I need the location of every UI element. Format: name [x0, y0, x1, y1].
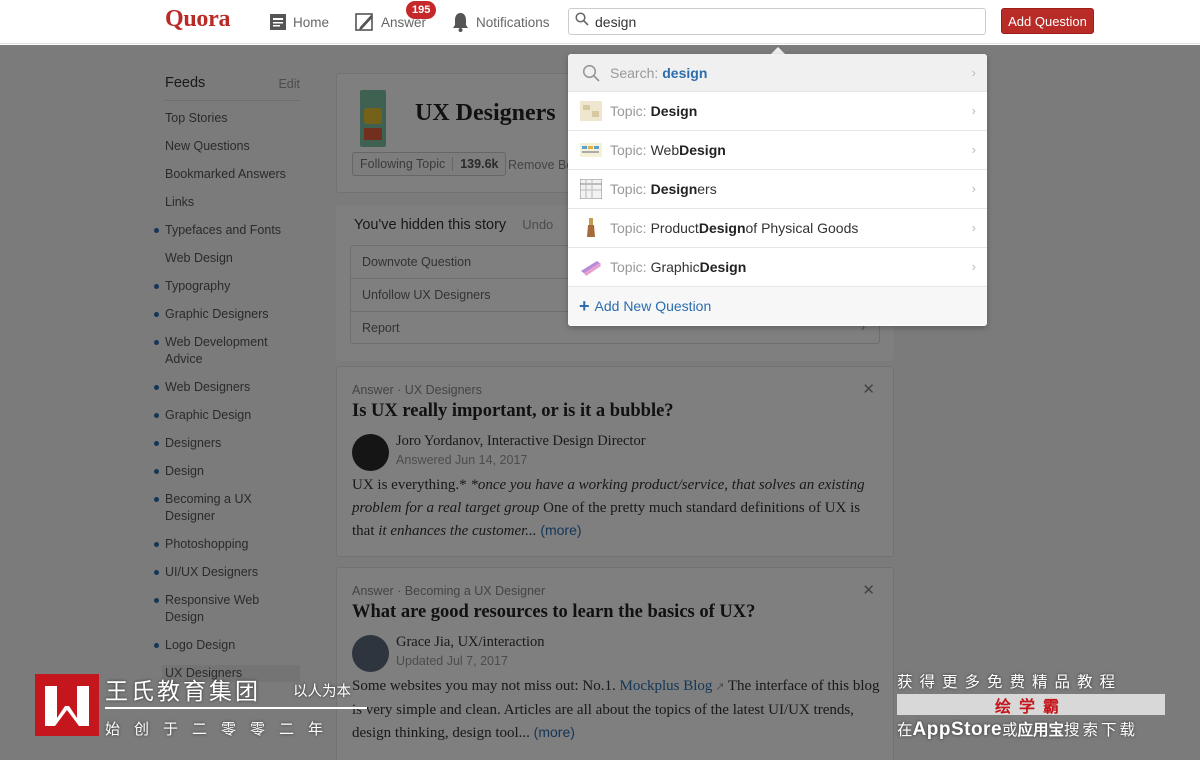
add-new-question-label: Add New Question [594, 298, 712, 314]
nav-notifications[interactable]: Notifications [451, 0, 550, 44]
search-suggestion[interactable]: Search: design › [568, 54, 987, 92]
nav-home-label: Home [293, 14, 330, 30]
watermark-appstore: AppStore [912, 719, 1003, 740]
watermark-brand: 绘学霸 [897, 694, 1165, 716]
topic-thumbnail [579, 179, 602, 199]
home-icon [269, 13, 287, 31]
watermark-name: 王氏教育集团 [105, 678, 261, 704]
topic-text: Product [650, 220, 699, 236]
topic-label: Topic: [610, 142, 647, 158]
topic-text: Graphic [650, 259, 700, 275]
topic-thumbnail [579, 218, 602, 238]
chevron-right-icon: › [971, 220, 976, 235]
topic-thumbnail [579, 101, 602, 121]
topic-label: Topic: [610, 220, 647, 236]
topic-match: Design [699, 259, 747, 275]
watermark-divider [105, 707, 367, 709]
search-icon [575, 12, 589, 31]
topic-text: Web [650, 142, 680, 158]
topic-text: ers [697, 181, 717, 197]
chevron-right-icon: › [971, 142, 976, 157]
wang-logo [35, 674, 99, 736]
answer-count-badge: 195 [406, 1, 437, 19]
watermark-text: 在 [897, 722, 913, 739]
topic-suggestion-web-design[interactable]: Topic: Web Design › [568, 131, 987, 170]
quora-logo[interactable]: Quora [165, 6, 230, 33]
watermark-subtitle: 始创于二零零二年 [105, 721, 338, 738]
chevron-right-icon: › [971, 65, 976, 80]
topic-match: Design [650, 181, 698, 197]
watermark-slogan: 以人为本 [293, 684, 351, 700]
topic-label: Topic: [610, 259, 647, 275]
topic-thumbnail [579, 140, 602, 160]
topic-suggestion-graphic-design[interactable]: Topic: Graphic Design › [568, 248, 987, 287]
topic-thumbnail [579, 257, 602, 277]
topic-label: Topic: [610, 103, 647, 119]
nav-home[interactable]: Home [269, 0, 329, 44]
nav-notifications-label: Notifications [476, 14, 550, 30]
search-suggestions-dropdown: Search: design › Topic: Design › Topic: … [568, 54, 987, 326]
topic-match: Design [679, 142, 726, 158]
watermark-download-text: 在AppStore或应用宝搜索下载 [897, 718, 1138, 741]
watermark-text: 搜索下载 [1064, 722, 1139, 739]
top-navigation-bar: Quora Home Answer 195 Notifications Add … [0, 0, 1200, 44]
bell-icon [451, 12, 470, 32]
pencil-icon [355, 12, 375, 32]
watermark-right: 获得更多免费精品教程 绘学霸 在AppStore或应用宝搜索下载 [897, 670, 1167, 742]
search-term: design [662, 64, 708, 81]
add-question-button[interactable]: Add Question [1001, 8, 1094, 34]
search-label: Search: [610, 64, 659, 81]
topic-label: Topic: [610, 181, 647, 197]
topic-text: of Physical Goods [745, 220, 859, 236]
topic-suggestion-design[interactable]: Topic: Design › [568, 92, 987, 131]
topic-suggestion-product-design[interactable]: Topic: Product Design of Physical Goods … [568, 209, 987, 248]
topic-suggestion-designers[interactable]: Topic: Design ers › [568, 170, 987, 209]
search-box[interactable] [568, 8, 986, 35]
search-input[interactable] [595, 13, 975, 30]
chevron-right-icon: › [971, 259, 976, 274]
watermark-tagline: 获得更多免费精品教程 [897, 674, 1123, 691]
watermark-text: 或 [1002, 722, 1018, 739]
topic-match: Design [698, 220, 746, 236]
chevron-right-icon: › [971, 103, 976, 118]
watermark-yingyongbao: 应用宝 [1017, 722, 1065, 739]
topic-match: Design [650, 103, 698, 119]
dropdown-caret [771, 47, 785, 54]
plus-icon: + [579, 295, 590, 316]
chevron-right-icon: › [971, 181, 976, 196]
search-icon [579, 63, 602, 83]
add-new-question-link[interactable]: + Add New Question [568, 287, 987, 325]
watermark-left: 王氏教育集团 以人为本 始创于二零零二年 [35, 672, 380, 742]
